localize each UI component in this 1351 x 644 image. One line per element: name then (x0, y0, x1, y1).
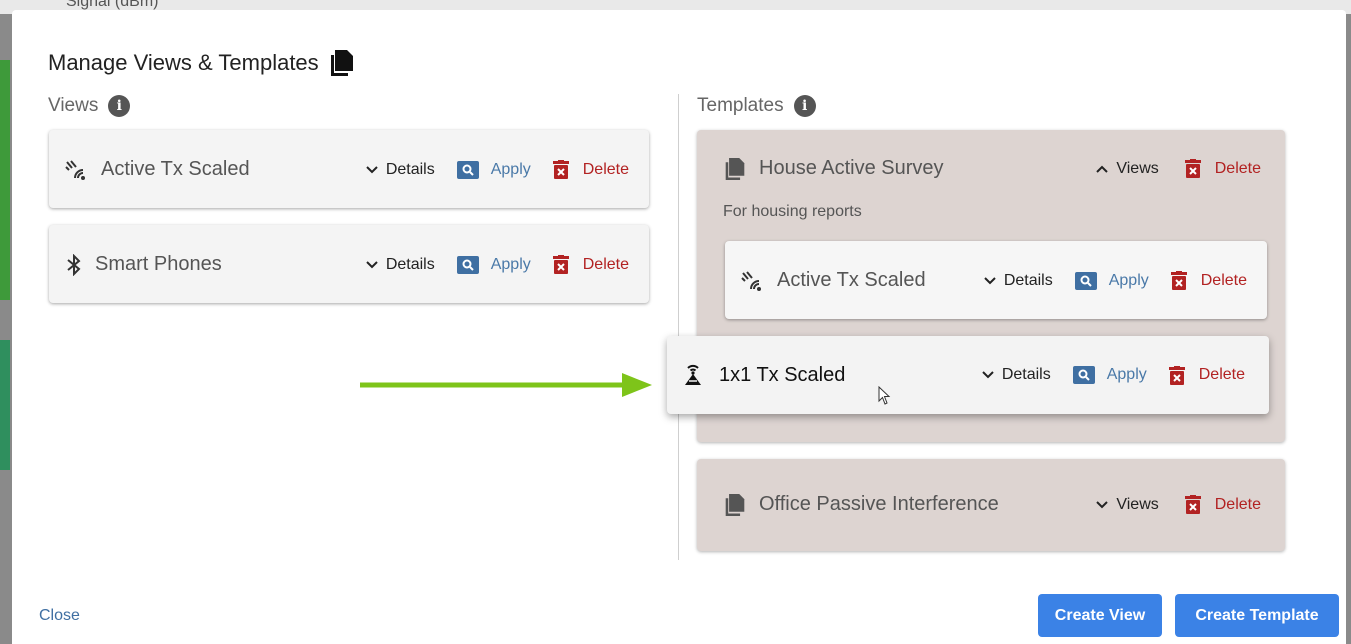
broadcast-tower-icon (685, 364, 701, 385)
details-label: Details (385, 255, 435, 273)
column-divider (678, 94, 679, 560)
document-icon (725, 157, 745, 180)
delete-label: Delete (1214, 495, 1261, 513)
view-name: Active Tx Scaled (777, 269, 926, 291)
template-name: Office Passive Interference (759, 493, 999, 515)
delete-button[interactable]: Delete (552, 160, 629, 179)
delete-label: Delete (1200, 271, 1247, 289)
apply-label: Apply (1106, 366, 1147, 383)
chevron-up-icon (1096, 165, 1109, 173)
apply-button[interactable]: Apply (456, 160, 531, 179)
views-toggle[interactable]: Views (1096, 495, 1159, 514)
details-toggle[interactable]: Details (982, 366, 1051, 384)
search-icon (456, 160, 479, 179)
dialog-title-text: Manage Views & Templates (48, 50, 319, 75)
arrow-annotation-icon (360, 373, 652, 397)
delete-button[interactable]: Delete (1184, 159, 1261, 178)
delete-button[interactable]: Delete (1170, 271, 1247, 290)
search-icon (456, 255, 479, 274)
search-icon (1072, 366, 1095, 384)
view-name: Smart Phones (95, 253, 222, 275)
apply-label: Apply (490, 160, 531, 178)
apply-button[interactable]: Apply (1074, 271, 1149, 290)
templates-heading: Templates i (697, 95, 816, 117)
trash-icon (1170, 271, 1187, 290)
trash-icon (1184, 495, 1201, 514)
create-view-button[interactable]: Create View (1038, 594, 1162, 637)
delete-label: Delete (1198, 366, 1245, 383)
document-icon (330, 50, 353, 76)
signal-waves-icon (741, 270, 761, 291)
details-label: Details (1003, 271, 1053, 289)
manage-views-dialog: Manage Views & Templates Views i Templat… (12, 10, 1346, 644)
delete-button[interactable]: Delete (1168, 365, 1245, 385)
details-toggle[interactable]: Details (366, 161, 435, 179)
apply-button[interactable]: Apply (456, 255, 531, 274)
views-toggle-label: Views (1116, 495, 1159, 513)
apply-label: Apply (1108, 271, 1149, 289)
view-name: 1x1 Tx Scaled (719, 363, 846, 386)
apply-label: Apply (490, 255, 531, 273)
apply-button[interactable]: Apply (1072, 366, 1147, 384)
view-card[interactable]: Active Tx Scaled Details Apply Delete (49, 130, 649, 208)
trash-icon (1168, 365, 1185, 385)
background-sidebar-strip (0, 60, 10, 300)
template-name: House Active Survey (759, 157, 944, 179)
chevron-down-icon (366, 165, 378, 173)
template-view-card[interactable]: Active Tx Scaled Details Apply Delete (725, 241, 1267, 319)
background-sidebar-strip (0, 340, 10, 470)
trash-icon (552, 160, 569, 179)
chevron-down-icon (982, 371, 994, 379)
template-description: For housing reports (723, 203, 862, 220)
trash-icon (1184, 159, 1201, 178)
dragging-view-card[interactable]: 1x1 Tx Scaled Details Apply Delete (667, 336, 1269, 414)
chevron-down-icon (1096, 500, 1109, 508)
trash-icon (552, 255, 569, 274)
dialog-title: Manage Views & Templates (48, 50, 353, 76)
close-button[interactable]: Close (39, 607, 80, 625)
delete-label: Delete (1214, 159, 1261, 177)
templates-heading-text: Templates (697, 95, 784, 116)
search-icon (1074, 271, 1097, 290)
views-toggle[interactable]: Views (1096, 159, 1159, 178)
create-template-button[interactable]: Create Template (1175, 594, 1339, 637)
views-heading: Views i (48, 95, 131, 117)
mouse-cursor-icon (878, 386, 891, 405)
info-icon[interactable]: i (793, 95, 816, 117)
template-card[interactable]: Office Passive Interference Views Delete (697, 459, 1285, 551)
delete-button[interactable]: Delete (552, 255, 629, 274)
chevron-down-icon (984, 276, 996, 284)
info-icon[interactable]: i (108, 95, 131, 117)
view-name: Active Tx Scaled (101, 158, 250, 180)
details-label: Details (1001, 366, 1051, 383)
delete-button[interactable]: Delete (1184, 495, 1261, 514)
details-label: Details (385, 160, 435, 178)
details-toggle[interactable]: Details (984, 272, 1053, 290)
details-toggle[interactable]: Details (366, 256, 435, 274)
delete-label: Delete (582, 160, 629, 178)
views-toggle-label: Views (1116, 159, 1159, 177)
views-heading-text: Views (48, 95, 99, 116)
signal-waves-icon (65, 159, 85, 180)
chevron-down-icon (366, 260, 378, 268)
view-card[interactable]: Smart Phones Details Apply Delete (49, 225, 649, 303)
delete-label: Delete (582, 255, 629, 273)
document-icon (725, 493, 745, 516)
bluetooth-icon (67, 253, 81, 276)
